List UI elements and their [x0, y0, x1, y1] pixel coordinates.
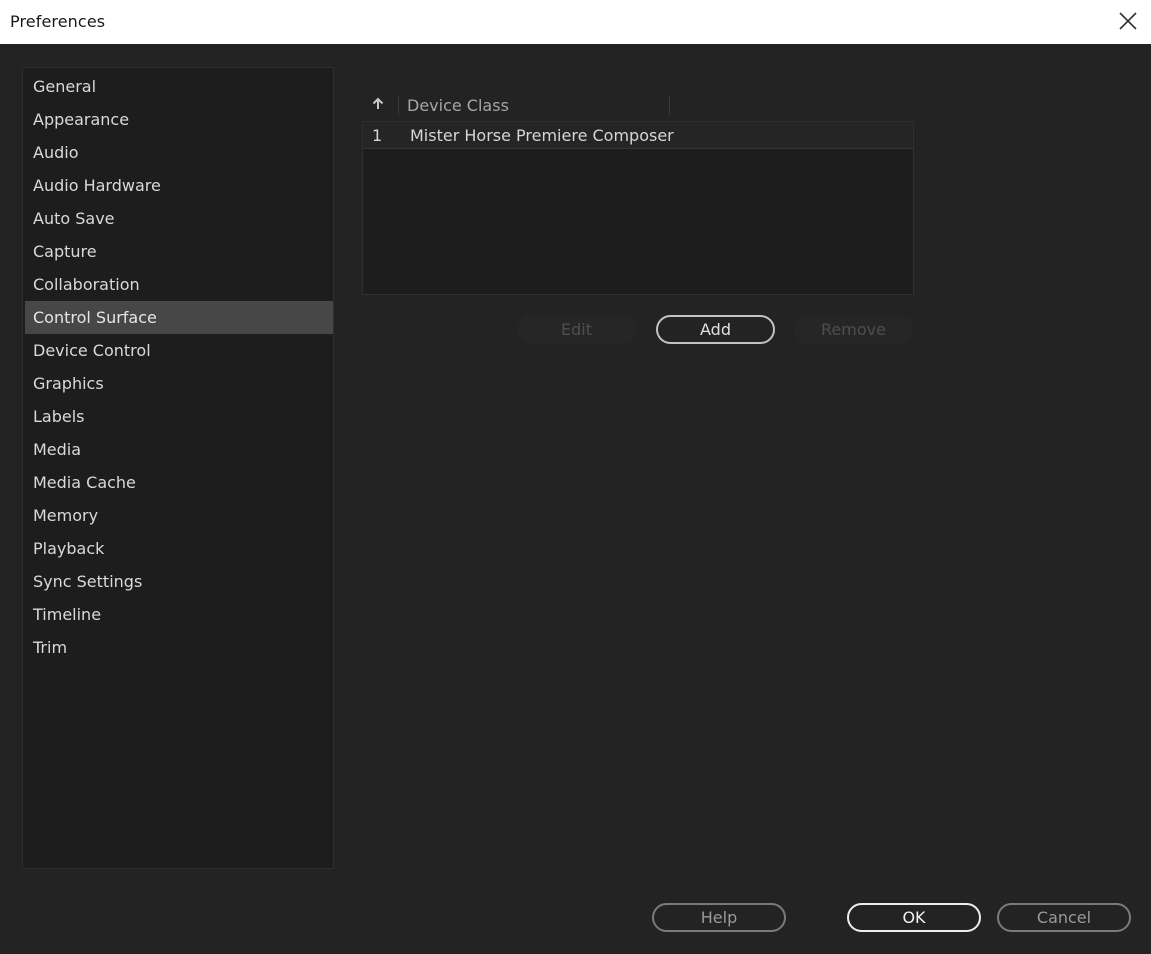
table-header: Device Class: [362, 88, 914, 121]
control-surface-device-table: Device Class 1 Mister Horse Premiere Com…: [362, 88, 914, 295]
sidebar-item-timeline[interactable]: Timeline: [25, 598, 333, 631]
edit-button[interactable]: Edit: [517, 315, 636, 344]
sidebar-item-auto-save[interactable]: Auto Save: [25, 202, 333, 235]
sidebar-item-audio[interactable]: Audio: [25, 136, 333, 169]
sidebar-item-playback[interactable]: Playback: [25, 532, 333, 565]
sidebar-item-memory[interactable]: Memory: [25, 499, 333, 532]
help-button[interactable]: Help: [652, 903, 786, 932]
sidebar-item-sync-settings[interactable]: Sync Settings: [25, 565, 333, 598]
column-divider: [398, 96, 399, 115]
sort-up-arrow-icon[interactable]: [371, 97, 385, 111]
remove-button[interactable]: Remove: [794, 315, 913, 344]
row-index: 1: [372, 126, 383, 145]
sidebar-item-device-control[interactable]: Device Control: [25, 334, 333, 367]
sidebar-item-audio-hardware[interactable]: Audio Hardware: [25, 169, 333, 202]
sidebar-item-labels[interactable]: Labels: [25, 400, 333, 433]
sidebar-item-media[interactable]: Media: [25, 433, 333, 466]
title-bar: Preferences: [0, 0, 1151, 44]
cancel-button[interactable]: Cancel: [997, 903, 1131, 932]
sidebar-item-capture[interactable]: Capture: [25, 235, 333, 268]
sidebar-item-media-cache[interactable]: Media Cache: [25, 466, 333, 499]
table-row[interactable]: 1 Mister Horse Premiere Composer: [363, 122, 913, 149]
table-body: 1 Mister Horse Premiere Composer: [362, 121, 914, 295]
sidebar-item-general[interactable]: General: [25, 70, 333, 103]
sidebar-item-appearance[interactable]: Appearance: [25, 103, 333, 136]
sidebar-item-control-surface[interactable]: Control Surface: [25, 301, 333, 334]
ok-button[interactable]: OK: [847, 903, 981, 932]
column-divider: [669, 96, 670, 115]
close-icon: [1119, 12, 1137, 30]
sidebar-item-collaboration[interactable]: Collaboration: [25, 268, 333, 301]
window-title: Preferences: [10, 12, 106, 31]
column-header-device-class[interactable]: Device Class: [407, 96, 509, 115]
row-device-class: Mister Horse Premiere Composer: [410, 126, 674, 145]
sidebar-item-trim[interactable]: Trim: [25, 631, 333, 664]
add-button[interactable]: Add: [656, 315, 775, 344]
sidebar-item-graphics[interactable]: Graphics: [25, 367, 333, 400]
preferences-category-list: General Appearance Audio Audio Hardware …: [22, 67, 334, 869]
close-button[interactable]: [1115, 8, 1141, 34]
